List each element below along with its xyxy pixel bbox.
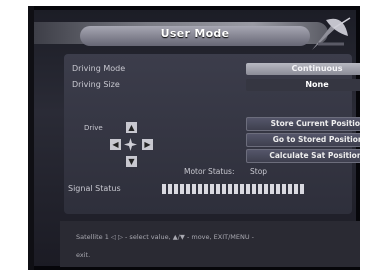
signal-segment: [228, 184, 232, 194]
arrow-right-icon[interactable]: ▶: [142, 139, 153, 150]
signal-segment: [186, 184, 190, 194]
help-line-1: Satellite 1 ◁ ▷ - select value, ▲/▼ - mo…: [76, 233, 255, 241]
calculate-sat-positions-button[interactable]: Calculate Sat Positions: [246, 149, 360, 163]
signal-segment: [234, 184, 238, 194]
signal-segment: [216, 184, 220, 194]
signal-segment: [282, 184, 286, 194]
signal-segment: [264, 184, 268, 194]
signal-segment: [300, 184, 304, 194]
help-text: Satellite 1 ◁ ▷ - select value, ▲/▼ - mo…: [76, 231, 360, 261]
signal-segment: [204, 184, 208, 194]
page-title: User Mode: [160, 27, 230, 40]
satellite-dish-icon: [312, 17, 351, 50]
signal-segment: [294, 184, 298, 194]
signal-segment: [222, 184, 226, 194]
drive-label: Drive: [84, 124, 103, 132]
signal-strength-bar: [162, 184, 304, 194]
signal-segment: [240, 184, 244, 194]
arrow-left-icon[interactable]: ◀: [110, 139, 121, 150]
signal-segment: [180, 184, 184, 194]
signal-segment: [252, 184, 256, 194]
signal-segment: [276, 184, 280, 194]
signal-segment: [258, 184, 262, 194]
driving-mode-value[interactable]: Continuous: [246, 63, 360, 75]
signal-segment: [246, 184, 250, 194]
go-to-stored-position-button[interactable]: Go to Stored Position: [246, 133, 360, 147]
signal-status-label: Signal Status: [68, 184, 121, 193]
driving-mode-label: Driving Mode: [72, 64, 126, 73]
signal-segment: [192, 184, 196, 194]
signal-segment: [174, 184, 178, 194]
motor-status-value: Stop: [250, 167, 268, 176]
motor-status-label: Motor Status:: [184, 167, 235, 176]
compass-center-icon: [124, 138, 137, 151]
driving-size-label: Driving Size: [72, 80, 120, 89]
driving-size-value[interactable]: None: [246, 79, 360, 91]
signal-segment: [210, 184, 214, 194]
signal-segment: [162, 184, 166, 194]
signal-segment: [168, 184, 172, 194]
signal-segment: [270, 184, 274, 194]
arrow-up-icon[interactable]: ▲: [126, 122, 137, 133]
store-current-position-button[interactable]: Store Current Position: [246, 117, 360, 131]
tv-screen: User Mode Driving Mode Continuous Drivin…: [28, 6, 360, 270]
help-line-2: exit.: [76, 251, 91, 259]
arrow-down-icon[interactable]: ▼: [126, 156, 137, 167]
signal-segment: [288, 184, 292, 194]
screen-bezel-left: [28, 6, 34, 270]
signal-segment: [198, 184, 202, 194]
